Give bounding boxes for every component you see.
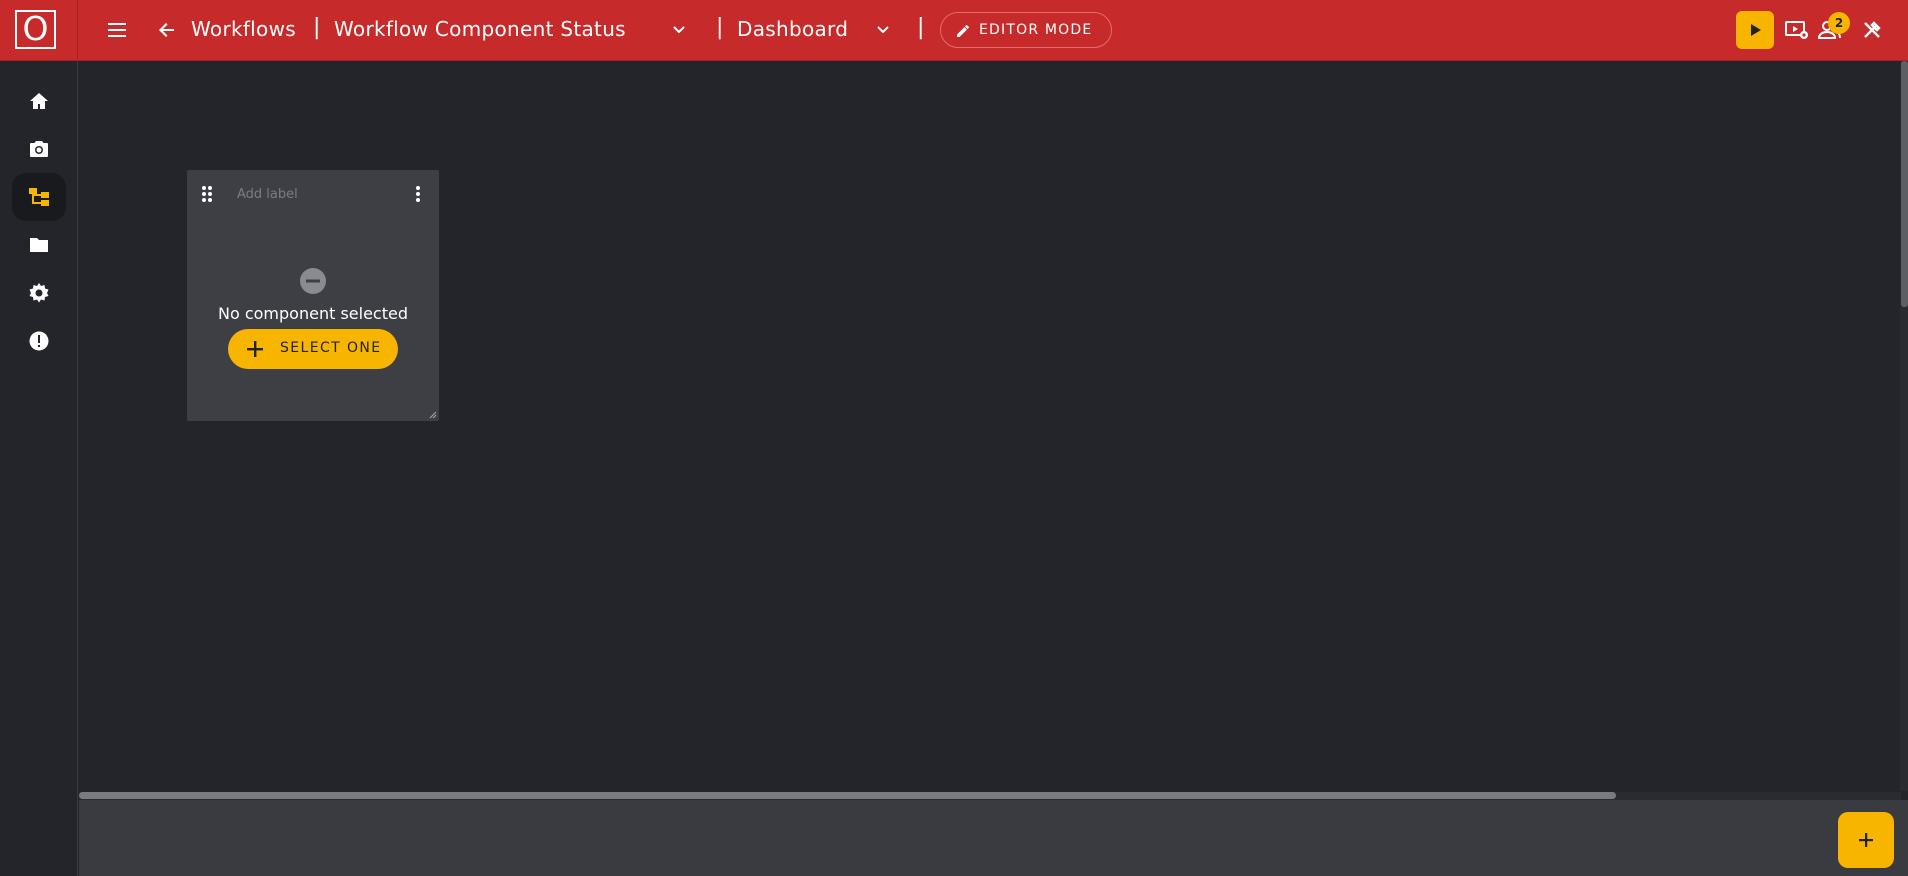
breadcrumb-separator: | <box>917 15 925 40</box>
camera-icon <box>30 141 48 157</box>
top-app-bar: O Workflows | Workflow Component Status … <box>0 0 1908 61</box>
app-logo[interactable]: O <box>15 10 56 49</box>
sidebar-item-alerts[interactable] <box>12 317 66 365</box>
remove-circle-icon <box>300 268 326 294</box>
workflow-selector[interactable]: Workflow Component Status <box>334 17 626 41</box>
empty-state-text: No component selected <box>218 304 408 323</box>
widget-label-input[interactable]: Add label <box>237 187 298 202</box>
select-component-button[interactable]: SELECT ONE <box>228 329 398 369</box>
breadcrumb-workflows[interactable]: Workflows <box>191 17 296 41</box>
sidebar-item-home[interactable] <box>12 77 66 125</box>
breadcrumb-separator: | <box>313 15 321 40</box>
editor-mode-label: EDITOR MODE <box>979 22 1093 38</box>
dashboard-widget[interactable]: Add label No component selected SELECT O… <box>187 170 439 421</box>
chevron-down-icon[interactable] <box>876 25 890 35</box>
hamburger-icon[interactable] <box>106 21 128 39</box>
notification-badge: 2 <box>1828 12 1850 34</box>
add-widget-button[interactable] <box>1838 812 1894 868</box>
select-component-label: SELECT ONE <box>280 340 382 356</box>
more-vertical-icon[interactable] <box>414 185 422 203</box>
sidebar-item-files[interactable] <box>12 221 66 269</box>
drag-handle-icon[interactable] <box>201 185 213 203</box>
home-icon <box>30 93 48 109</box>
chevron-down-icon[interactable] <box>672 25 686 35</box>
alert-icon <box>29 331 49 351</box>
arrow-left-icon[interactable] <box>157 20 177 40</box>
workflow-tree-icon <box>29 188 49 206</box>
horizontal-scrollbar-thumb[interactable] <box>79 792 1616 799</box>
plus-icon <box>1859 833 1873 847</box>
bottom-panel <box>79 800 1908 876</box>
view-selector[interactable]: Dashboard <box>737 17 848 41</box>
gear-icon <box>29 283 49 303</box>
plus-icon <box>247 341 263 357</box>
pencil-icon <box>957 25 969 37</box>
run-button[interactable] <box>1736 11 1774 49</box>
play-icon <box>1751 24 1761 36</box>
breadcrumb-separator: | <box>716 15 724 40</box>
vertical-scrollbar-thumb[interactable] <box>1901 61 1908 307</box>
editor-mode-button[interactable]: EDITOR MODE <box>940 12 1112 48</box>
tools-icon[interactable] <box>1862 20 1882 40</box>
sidebar <box>0 61 78 876</box>
monitor-settings-icon[interactable] <box>1785 20 1809 40</box>
sidebar-item-workflows[interactable] <box>12 173 66 221</box>
resize-handle-icon[interactable] <box>429 411 437 419</box>
sidebar-item-camera[interactable] <box>12 125 66 173</box>
logo-container: O <box>0 0 78 60</box>
folder-icon <box>30 238 48 252</box>
sidebar-item-settings[interactable] <box>12 269 66 317</box>
